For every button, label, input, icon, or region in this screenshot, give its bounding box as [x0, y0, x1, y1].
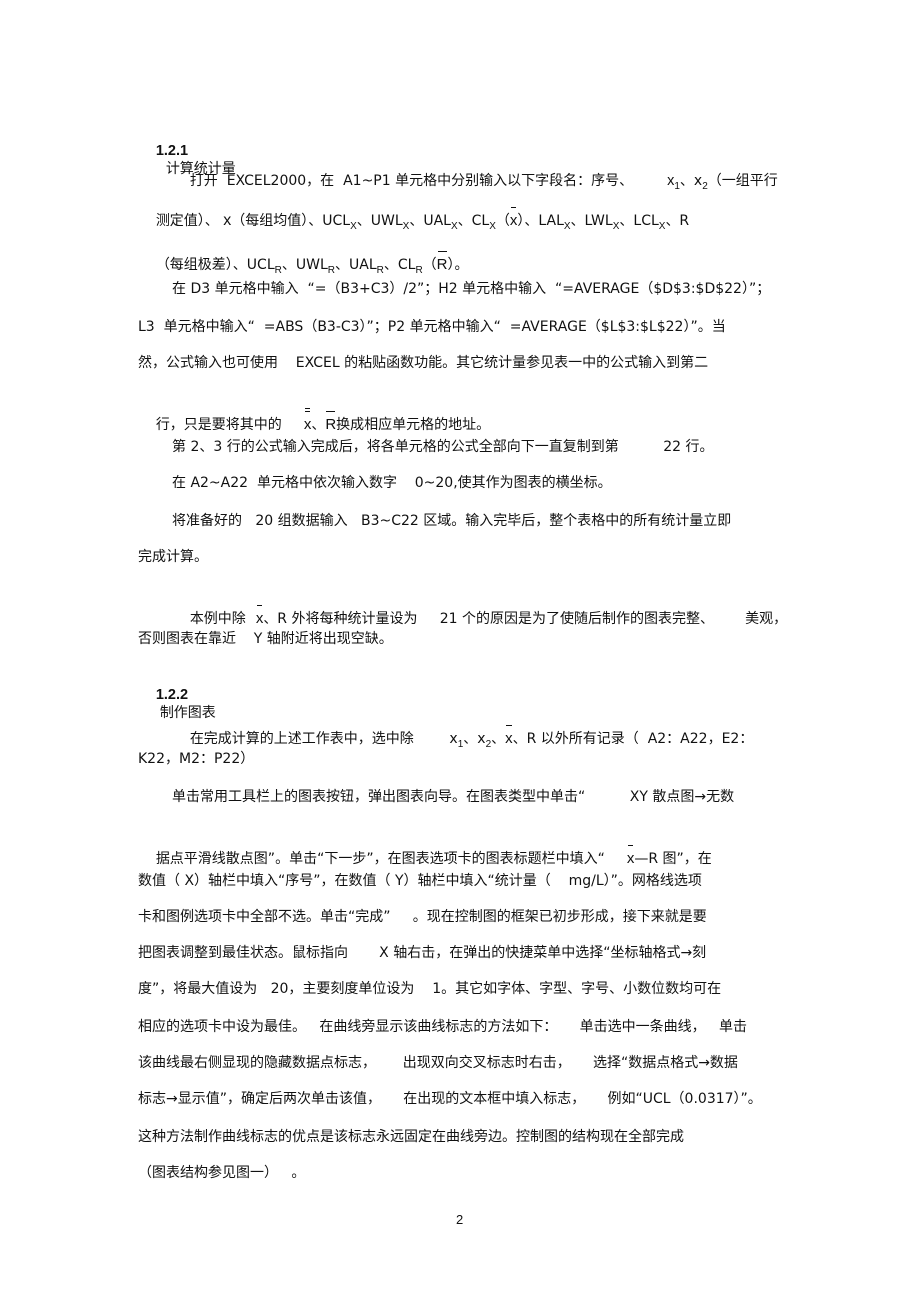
paragraph-line: 第 2、3 行的公式输入完成后，将各单元格的公式全部向下一直复制到第 22 行。: [172, 439, 714, 455]
paragraph-line: 数值（ X）轴栏中填入“序号”，在数值（ Y）轴栏中填入“统计量（ mg/L）”…: [138, 873, 702, 889]
paragraph-line: 卡和图例选项卡中全部不选。单击“完成” 。现在控制图的框架已初步形成，接下来就是…: [138, 909, 707, 925]
paragraph-line: 在完成计算的上述工作表中，选中除 x1、x2、x、R 以外所有记录（ A2：A2…: [189, 725, 754, 750]
paragraph-line: （图表结构参见图一） 。: [138, 1165, 306, 1181]
paragraph-line: 在 D3 单元格中输入 “=（B3+C3）/2”；H2 单元格中输入 “=AVE…: [172, 281, 771, 297]
paragraph-line: 相应的选项卡中设为最佳。 在曲线旁显示该曲线标志的方法如下： 单击选中一条曲线，…: [138, 1019, 747, 1035]
r-bar-symbol: R: [325, 411, 337, 433]
paragraph-line: K22，M2：P22）: [138, 751, 255, 767]
paragraph-line: 单击常用工具栏上的图表按钮，弹出图表向导。在图表类型中单击“ XY 散点图→无数: [172, 789, 735, 805]
paragraph-line: 将准备好的 20 组数据输入 B3~C22 区域。输入完毕后，整个表格中的所有统…: [172, 513, 732, 529]
x-double-bar-symbol: x: [303, 408, 312, 433]
section-number: 1.2.2: [155, 687, 189, 703]
paragraph-line: L3 单元格中输入“ =ABS（B3-C3）”；P2 单元格中输入“ =AVER…: [138, 319, 726, 335]
paragraph-line: 然，公式输入也可使用 EXCEL 的粘贴函数功能。其它统计量参见表一中的公式输入…: [138, 355, 709, 371]
paragraph-line: 这种方法制作曲线标志的优点是该标志永远固定在曲线旁边。控制图的结构现在全部完成: [138, 1129, 684, 1145]
x-bar-symbol: x: [626, 845, 635, 867]
r-bar-symbol: R: [436, 251, 448, 273]
page-number: 2: [456, 1212, 464, 1227]
paragraph-line: 否则图表在靠近 Y 轴附近将出现空缺。: [138, 631, 393, 647]
paragraph-line: 把图表调整到最佳状态。鼠标指向 X 轴右击，在弹出的快捷菜单中选择“坐标轴格式→…: [138, 945, 707, 961]
x-bar-symbol: x: [509, 207, 518, 229]
paragraph-line: 完成计算。: [138, 549, 208, 565]
paragraph-line: 在 A2~A22 单元格中依次输入数字 0~20,使其作为图表的横坐标。: [172, 475, 612, 491]
x-bar-symbol: x: [505, 725, 513, 747]
paragraph-line: 该曲线最右侧显现的隐藏数据点标志， 出现双向交叉标志时右击， 选择“数据点格式→…: [138, 1055, 738, 1071]
paragraph-line: 度”，将最大值设为 20，主要刻度单位设为 1。其它如字体、字型、字号、小数位数…: [138, 981, 722, 997]
x-bar-symbol: x: [255, 605, 264, 627]
paragraph-line: 标志→显示值”，确定后两次单击该值， 在出现的文本框中填入标志， 例如“UCL（…: [138, 1091, 762, 1107]
